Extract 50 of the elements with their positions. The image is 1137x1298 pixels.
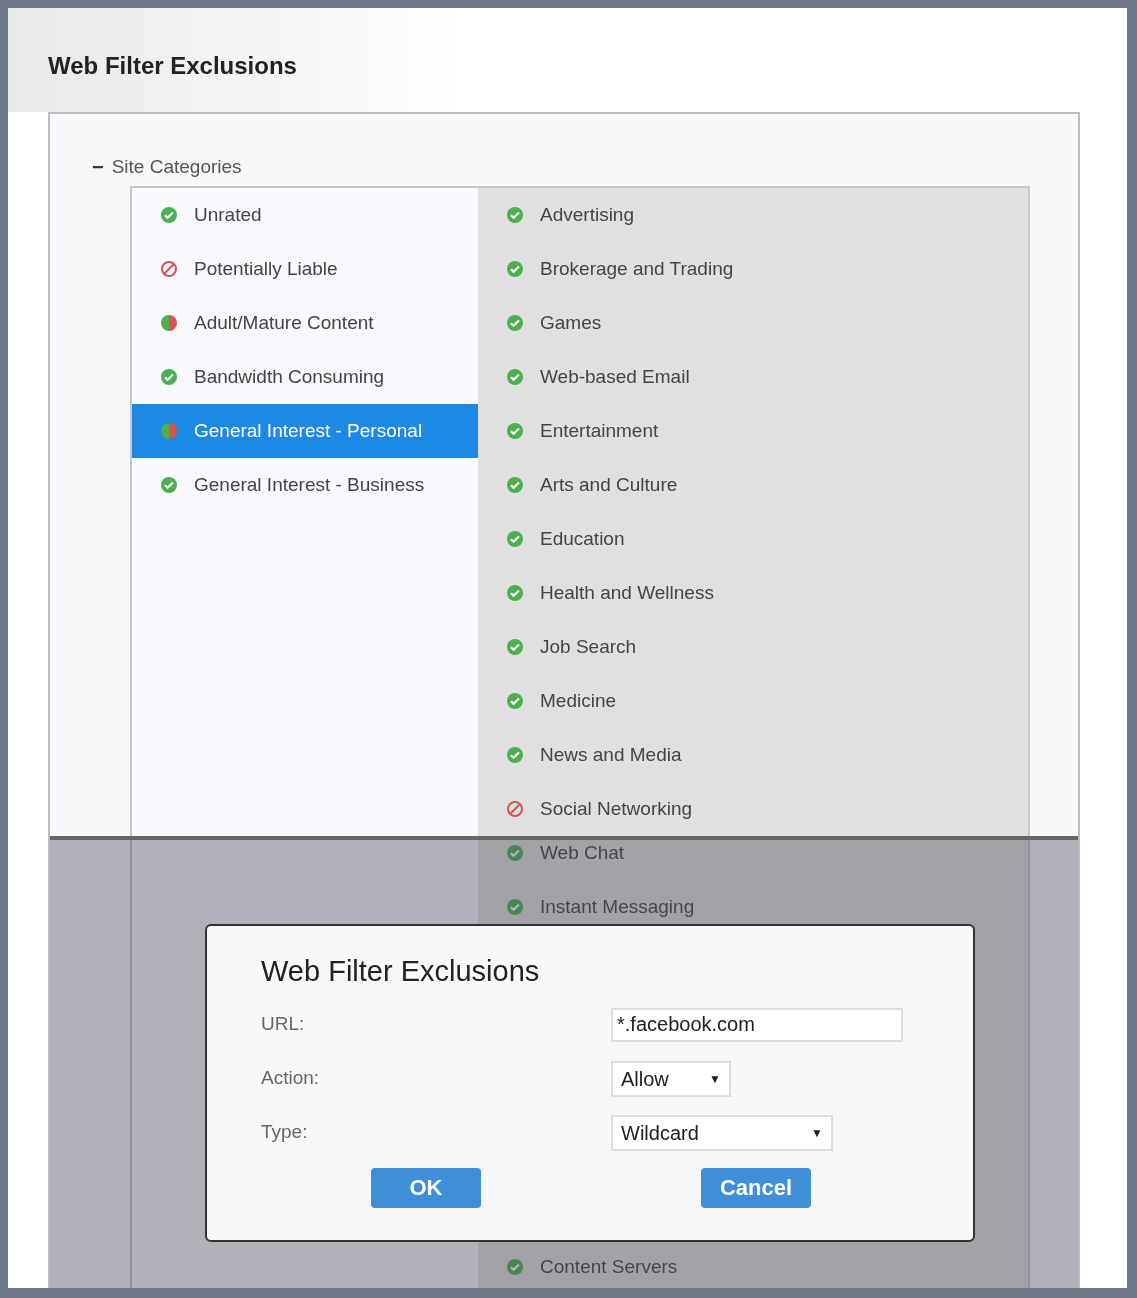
blocked-icon (506, 800, 524, 818)
check-circle-icon (506, 844, 524, 862)
check-circle-icon (506, 206, 524, 224)
section-label: Site Categories (111, 154, 242, 179)
category-item[interactable]: Instant Messaging (478, 880, 1028, 934)
field-label: Action: (261, 1066, 321, 1091)
dialog-title: Web Filter Exclusions (261, 954, 540, 989)
category-item[interactable]: Web-based Email (478, 350, 1028, 404)
field-label: Type: (261, 1120, 309, 1145)
check-circle-icon (506, 1258, 524, 1276)
category-group-item[interactable]: General Interest - Personal (132, 404, 478, 458)
check-circle-icon (506, 530, 524, 548)
url-field[interactable]: *.facebook.com (611, 1007, 903, 1042)
check-circle-icon (160, 206, 178, 224)
category-item[interactable]: Job Search (478, 620, 1028, 674)
check-circle-icon (506, 692, 524, 710)
check-circle-icon (506, 746, 524, 764)
blocked-icon (160, 260, 178, 278)
category-item[interactable]: Medicine (478, 674, 1028, 728)
half-circle-icon (160, 422, 178, 440)
check-circle-icon (506, 368, 524, 386)
check-circle-icon (506, 638, 524, 656)
check-circle-icon (506, 584, 524, 602)
category-group-item[interactable]: Bandwidth Consuming (132, 350, 478, 404)
category-item[interactable]: Arts and Culture (478, 458, 1028, 512)
category-item[interactable]: Education (478, 512, 1028, 566)
dropdown[interactable]: Wildcard ▼ (611, 1114, 833, 1151)
category-group-item[interactable]: General Interest - Business (132, 458, 478, 512)
category-group-item[interactable]: Potentially Liable (132, 242, 478, 296)
field-label: URL: (261, 1012, 306, 1037)
check-circle-icon (506, 422, 524, 440)
category-group-item[interactable]: Unrated (132, 188, 478, 242)
check-circle-icon (506, 260, 524, 278)
category-item[interactable]: Advertising (478, 188, 1028, 242)
category-group-item[interactable]: Adult/Mature Content (132, 296, 478, 350)
check-circle-icon (506, 476, 524, 494)
page-title: Web Filter Exclusions (48, 51, 297, 81)
check-circle-icon (506, 898, 524, 916)
category-item[interactable]: Games (478, 296, 1028, 350)
half-circle-icon (160, 314, 178, 332)
check-circle-icon (160, 476, 178, 494)
category-item[interactable]: Brokerage and Trading (478, 242, 1028, 296)
category-item[interactable]: Content Servers (478, 1240, 706, 1288)
collapse-toggle[interactable]: − (92, 157, 104, 177)
category-item[interactable]: Entertainment (478, 404, 1028, 458)
category-item[interactable]: News and Media (478, 728, 1028, 782)
dropdown[interactable]: Allow ▼ (611, 1060, 731, 1097)
category-item[interactable]: Health and Wellness (478, 566, 1028, 620)
check-circle-icon (160, 368, 178, 386)
check-circle-icon (506, 314, 524, 332)
